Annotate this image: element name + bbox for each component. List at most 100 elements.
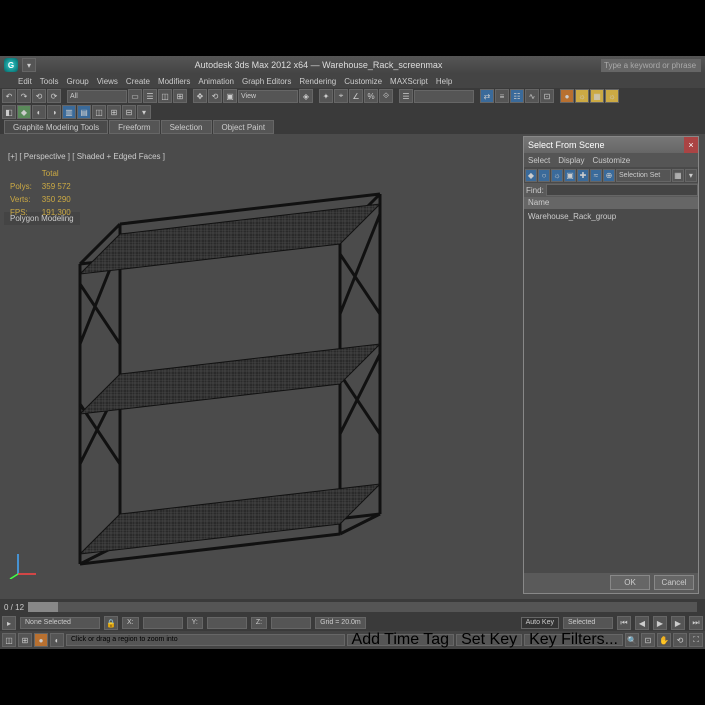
dialog-tool-a[interactable]: ▦ <box>672 169 684 182</box>
filter-spacewarps-icon[interactable]: ≈ <box>590 169 602 182</box>
filter-shapes-icon[interactable]: ○ <box>538 169 550 182</box>
tool-j[interactable]: ▾ <box>137 105 151 119</box>
mirror-button[interactable]: ⇄ <box>480 89 494 103</box>
tab-selection[interactable]: Selection <box>161 120 212 134</box>
play-button[interactable]: ▶ <box>653 616 667 630</box>
tool-i[interactable]: ⊟ <box>122 105 136 119</box>
dialog-tool-b[interactable]: ▾ <box>685 169 697 182</box>
orbit-button[interactable]: ⟲ <box>673 633 687 647</box>
z-coord-input[interactable] <box>271 617 311 629</box>
play-prev-button[interactable]: ◀ <box>635 616 649 630</box>
tab-graphite[interactable]: Graphite Modeling Tools <box>4 120 108 134</box>
dialog-menu-select[interactable]: Select <box>528 156 550 165</box>
dialog-close-button[interactable]: × <box>684 137 698 153</box>
zoom-button[interactable]: 🔍 <box>625 633 639 647</box>
menu-group[interactable]: Group <box>66 77 88 86</box>
spinner-snap-button[interactable]: ⟐ <box>379 89 393 103</box>
select-name-button[interactable]: ☰ <box>143 89 157 103</box>
x-coord-input[interactable] <box>143 617 183 629</box>
window-crossing-button[interactable]: ⊞ <box>173 89 187 103</box>
lock-selection-button[interactable]: 🔒 <box>104 616 118 630</box>
app-icon[interactable]: G <box>4 58 18 72</box>
menu-help[interactable]: Help <box>436 77 452 86</box>
tab-freeform[interactable]: Freeform <box>109 120 159 134</box>
menu-tools[interactable]: Tools <box>40 77 59 86</box>
autokey-button[interactable]: Auto Key <box>521 617 559 629</box>
named-selset-dropdown[interactable] <box>414 90 474 103</box>
schematic-button[interactable]: ⊡ <box>540 89 554 103</box>
scene-object-list[interactable]: Warehouse_Rack_group <box>524 209 698 573</box>
menu-modifiers[interactable]: Modifiers <box>158 77 190 86</box>
render-button[interactable]: ☼ <box>605 89 619 103</box>
selection-set-dropdown[interactable]: Selection Set <box>616 169 671 182</box>
align-button[interactable]: ≡ <box>495 89 509 103</box>
material-editor-button[interactable]: ● <box>560 89 574 103</box>
tab-objectpaint[interactable]: Object Paint <box>213 120 275 134</box>
name-column-header[interactable]: Name <box>524 197 698 209</box>
tool-a[interactable]: ◧ <box>2 105 16 119</box>
nav-c-button[interactable]: ● <box>34 633 48 647</box>
menu-customize[interactable]: Customize <box>344 77 382 86</box>
undo-button[interactable]: ↶ <box>2 89 16 103</box>
nav-a-button[interactable]: ◫ <box>2 633 16 647</box>
y-coord-input[interactable] <box>207 617 247 629</box>
curve-editor-button[interactable]: ∿ <box>525 89 539 103</box>
scale-button[interactable]: ▣ <box>223 89 237 103</box>
setkey-button[interactable]: Set Key <box>456 634 522 646</box>
move-button[interactable]: ✥ <box>193 89 207 103</box>
layers-button[interactable]: ☷ <box>510 89 524 103</box>
filter-helpers-icon[interactable]: ✚ <box>577 169 589 182</box>
nav-b-button[interactable]: ⊞ <box>18 633 32 647</box>
dialog-titlebar[interactable]: Select From Scene × <box>524 137 698 153</box>
menu-grapheditors[interactable]: Graph Editors <box>242 77 291 86</box>
render-setup-button[interactable]: ☼ <box>575 89 589 103</box>
angle-snap-button[interactable]: ∠ <box>349 89 363 103</box>
tool-c[interactable]: ◐ <box>32 105 46 119</box>
cancel-button[interactable]: Cancel <box>654 575 694 590</box>
redo-button[interactable]: ↷ <box>17 89 31 103</box>
zoom-all-button[interactable]: ⊡ <box>641 633 655 647</box>
tool-e[interactable]: ▥ <box>62 105 76 119</box>
filter-geometry-icon[interactable]: ◆ <box>525 169 537 182</box>
menu-maxscript[interactable]: MAXScript <box>390 77 428 86</box>
keyfilters-button[interactable]: Key Filters... <box>524 634 623 646</box>
qat-button[interactable]: ▾ <box>22 58 36 72</box>
pan-button[interactable]: ✋ <box>657 633 671 647</box>
find-input[interactable] <box>546 184 698 196</box>
tool-d[interactable]: ◑ <box>47 105 61 119</box>
tool-f[interactable]: ▤ <box>77 105 91 119</box>
viewport-label[interactable]: [+] [ Perspective ] [ Shaded + Edged Fac… <box>8 152 165 161</box>
maxscript-mini-button[interactable]: ▸ <box>2 616 16 630</box>
menu-views[interactable]: Views <box>97 77 118 86</box>
unlink-button[interactable]: ⟳ <box>47 89 61 103</box>
dialog-menu-customize[interactable]: Customize <box>592 156 630 165</box>
tool-h[interactable]: ⊞ <box>107 105 121 119</box>
link-button[interactable]: ⟲ <box>32 89 46 103</box>
play-start-button[interactable]: ⏮ <box>617 616 631 630</box>
manipulate-button[interactable]: ✦ <box>319 89 333 103</box>
dialog-menu-display[interactable]: Display <box>558 156 584 165</box>
help-search-input[interactable]: Type a keyword or phrase <box>601 59 701 72</box>
nav-d-button[interactable]: ◐ <box>50 633 64 647</box>
keymode-dropdown[interactable]: Selected <box>563 617 613 629</box>
pivot-button[interactable]: ◈ <box>299 89 313 103</box>
play-end-button[interactable]: ⏭ <box>689 616 703 630</box>
menu-animation[interactable]: Animation <box>198 77 234 86</box>
time-slider[interactable] <box>28 602 697 612</box>
select-button[interactable]: ▭ <box>128 89 142 103</box>
refcoord-dropdown[interactable]: View <box>238 90 298 103</box>
filter-bone-icon[interactable]: ⊕ <box>603 169 615 182</box>
menu-edit[interactable]: Edit <box>18 77 32 86</box>
tool-b[interactable]: ◆ <box>17 105 31 119</box>
filter-cameras-icon[interactable]: ▣ <box>564 169 576 182</box>
time-tag-button[interactable]: Add Time Tag <box>347 634 455 646</box>
snap-toggle-button[interactable]: ⌖ <box>334 89 348 103</box>
render-frame-button[interactable]: ▦ <box>590 89 604 103</box>
percent-snap-button[interactable]: % <box>364 89 378 103</box>
select-region-button[interactable]: ◫ <box>158 89 172 103</box>
filter-lights-icon[interactable]: ☼ <box>551 169 563 182</box>
maximize-viewport-button[interactable]: ⛶ <box>689 633 703 647</box>
named-selset-button[interactable]: ☰ <box>399 89 413 103</box>
ok-button[interactable]: OK <box>610 575 650 590</box>
tool-g[interactable]: ◫ <box>92 105 106 119</box>
